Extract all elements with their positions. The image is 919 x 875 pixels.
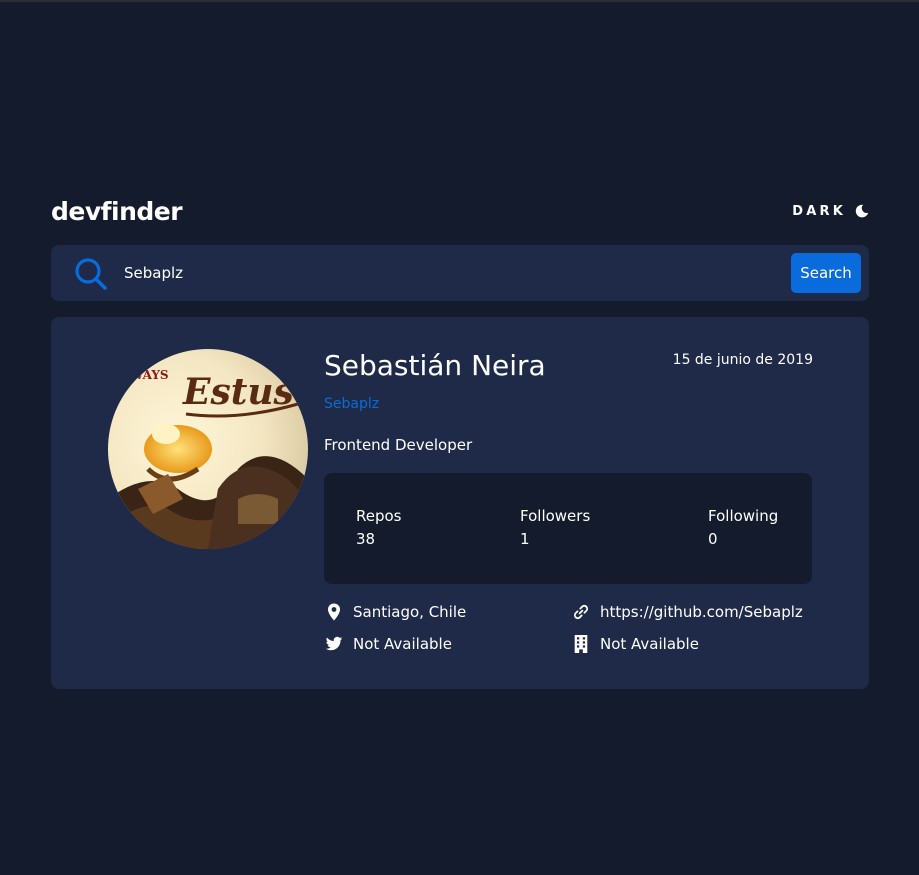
avatar-image: ALWAYS Estus [108,349,308,549]
app-logo: devfinder [51,196,183,226]
join-date: 15 de junio de 2019 [672,352,813,368]
twitter-text: Not Available [353,635,452,653]
search-button[interactable]: Search [791,253,861,293]
stat-repos: Repos 38 [356,507,402,548]
location-text: Santiago, Chile [353,603,467,621]
stat-followers-label: Followers [520,507,591,525]
stats-panel: Repos 38 Followers 1 Following 0 [324,473,812,584]
stat-repos-value: 38 [356,530,376,548]
profile-name: Sebastián Neira [324,349,546,382]
search-icon [75,258,107,290]
stat-following-value: 0 [708,530,718,548]
search-input[interactable] [124,259,724,287]
stat-followers: Followers 1 [520,507,590,548]
theme-label: DARK [792,203,846,219]
moon-icon [855,204,869,218]
search-bar: Search [51,245,869,301]
stat-following-label: Following [708,507,779,525]
info-twitter: Not Available [325,635,452,653]
stat-following: Following 0 [708,507,778,548]
avatar-caption-top: ALWAYS [112,368,169,382]
profile-bio: Frontend Developer [324,436,473,454]
theme-toggle-button[interactable]: DARK [792,204,869,219]
location-icon [328,603,340,621]
stat-repos-label: Repos [356,507,402,525]
info-blog[interactable]: https://github.com/Sebaplz [572,603,803,621]
profile-username-link[interactable]: Sebaplz [324,396,379,412]
profile-card: ALWAYS Estus Sebastián Neira 15 de junio… [51,317,869,689]
twitter-icon [325,636,343,651]
avatar-caption-main: Estus [182,371,294,413]
building-icon [574,635,588,653]
company-text: Not Available [600,635,699,653]
avatar: ALWAYS Estus [108,349,308,549]
info-company: Not Available [572,635,699,653]
info-location: Santiago, Chile [325,603,466,621]
app-header: devfinder DARK [51,193,869,229]
link-icon [573,604,589,620]
blog-link-text[interactable]: https://github.com/Sebaplz [600,603,803,621]
window-top-border [0,0,919,2]
stat-followers-value: 1 [520,530,530,548]
